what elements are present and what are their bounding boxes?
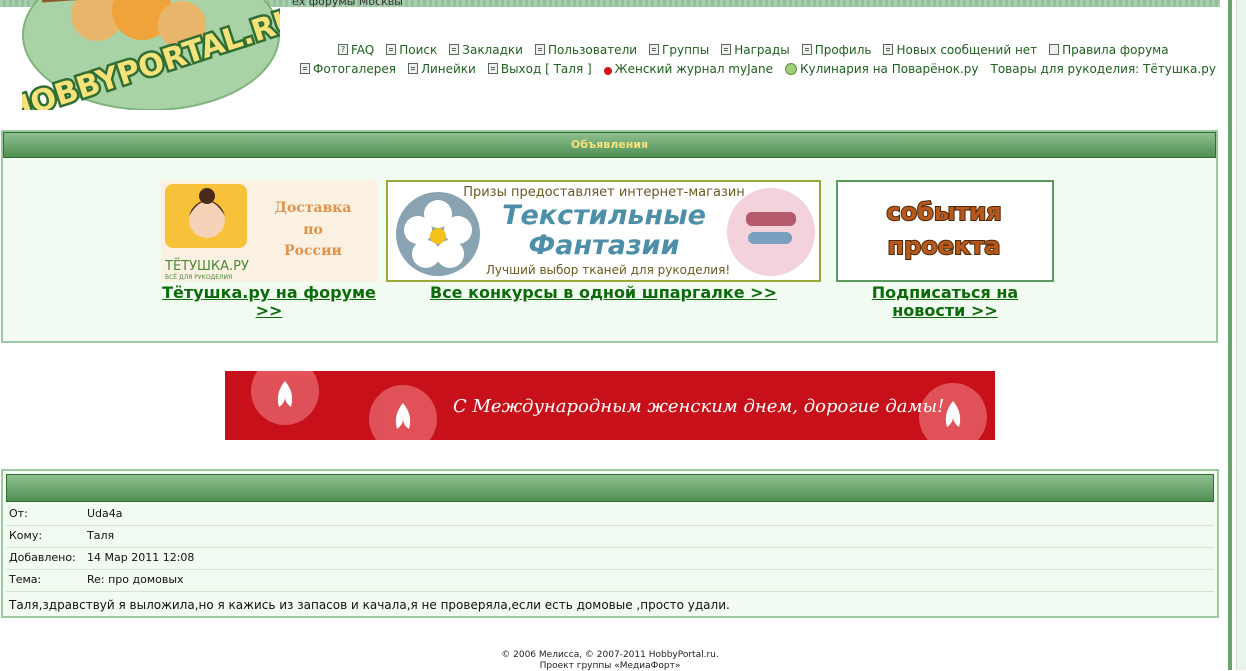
banner-text: С Международным женским днем, дорогие да… (453, 396, 945, 417)
rulers-icon (407, 63, 418, 74)
nav-awards[interactable]: Награды (721, 40, 790, 59)
divider (6, 569, 1214, 570)
divider (6, 547, 1214, 548)
date-label: Добавлено: (9, 551, 76, 564)
svg-text:события: события (886, 198, 1001, 226)
textile-fantasies-ad[interactable]: Призы предоставляет интернет-магазин Тек… (386, 180, 821, 282)
nav-tetushka[interactable]: Товары для рукоделия: Тётушка.ру (990, 59, 1215, 78)
profile-icon (801, 44, 812, 55)
nav-users[interactable]: Пользователи (534, 40, 637, 59)
top-navigation: ? FAQ Поиск Закладки Пользователи Группы … (296, 40, 1216, 78)
nav-myjane[interactable]: Женский журнал myJane (603, 59, 773, 78)
svg-text:ТЁТУШКА.РУ: ТЁТУШКА.РУ (164, 258, 249, 274)
date-value: 14 Мар 2011 12:08 (87, 551, 195, 564)
message-body: Таля,здравствуй я выложила,но я кажись и… (9, 598, 730, 612)
message-header-bar (6, 474, 1214, 502)
tetushka-ad[interactable]: ТЁТУШКА.РУ ВСЁ ДЛЯ РУКОДЕЛИЯ Доставка по… (161, 180, 377, 282)
divider (6, 591, 1214, 592)
chef-icon (784, 62, 797, 75)
divider (6, 525, 1214, 526)
subject-label: Тема: (9, 573, 42, 586)
svg-text:Призы предоставляет интернет-м: Призы предоставляет интернет-магазин (463, 185, 745, 200)
message-subject-row: Тема: Re: про домовых (9, 573, 184, 586)
message-date-row: Добавлено: 14 Мар 2011 12:08 (9, 551, 194, 564)
svg-text:проекта: проекта (888, 232, 1001, 260)
nav-groups[interactable]: Группы (649, 40, 709, 59)
nav-rulers[interactable]: Линейки (407, 59, 476, 78)
private-message: От: Uda4a Кому: Таля Добавлено: 14 Мар 2011… (1, 469, 1219, 618)
svg-text:Доставка: Доставка (275, 200, 352, 216)
groups-icon (649, 44, 660, 55)
gallery-icon (300, 63, 310, 74)
search-icon (386, 44, 397, 55)
users-icon (534, 44, 545, 55)
awards-icon (721, 44, 732, 55)
nav-row-2: Фотогалерея Линейки Выход [ Таля ] Женск… (296, 59, 1216, 78)
scrollbar[interactable] (1236, 0, 1246, 670)
svg-text:Фантазии: Фантазии (528, 230, 679, 261)
nav-new-messages[interactable]: Новых сообщений нет (883, 40, 1037, 59)
from-label: От: (9, 507, 28, 520)
subject-value: Re: про домовых (87, 573, 184, 586)
cherry-icon (603, 66, 612, 75)
to-value[interactable]: Таля (87, 529, 114, 542)
nav-row-1: ? FAQ Поиск Закладки Пользователи Группы … (296, 40, 1216, 59)
tetushka-forum-link[interactable]: Тётушка.ру на форуме >> (161, 284, 377, 320)
message-to-row: Кому: Таля (9, 529, 114, 542)
nav-profile[interactable]: Профиль (801, 40, 871, 59)
womens-day-banner[interactable]: С Международным женским днем, дорогие да… (225, 371, 995, 440)
footer-copyright: © 2006 Мелисса, © 2007-2011 HobbyPortal.… (501, 650, 719, 660)
nav-faq[interactable]: ? FAQ (338, 40, 374, 59)
svg-text:Текстильные: Текстильные (502, 200, 706, 231)
nav-bookmarks[interactable]: Закладки (449, 40, 523, 59)
svg-text:России: России (284, 243, 342, 259)
svg-text:Лучший выбор тканей для рукоде: Лучший выбор тканей для рукоделия! (486, 263, 730, 277)
announcements-panel: Объявления ТЁТУШКА.РУ ВСЁ ДЛЯ РУКОДЕЛИЯ … (1, 130, 1218, 343)
bookmarks-icon (449, 44, 460, 55)
hobbyportal-logo[interactable]: HOBBYPORTAL.RU (22, 0, 280, 110)
logout-icon (487, 63, 498, 74)
nav-rules[interactable]: Правила форума (1049, 40, 1169, 59)
nav-search[interactable]: Поиск (386, 40, 437, 59)
from-value[interactable]: Uda4a (87, 507, 123, 520)
nav-gallery[interactable]: Фотогалерея (300, 59, 396, 78)
contests-cheatsheet-link[interactable]: Все конкурсы в одной шпаргалке >> (386, 284, 821, 302)
messages-icon (883, 44, 894, 55)
nav-povarenok[interactable]: Кулинария на Поварёнок.ру (784, 59, 978, 78)
svg-text:ВСЁ ДЛЯ РУКОДЕЛИЯ: ВСЁ ДЛЯ РУКОДЕЛИЯ (165, 274, 232, 281)
nav-logout[interactable]: Выход [ Таля ] (487, 59, 592, 78)
to-label: Кому: (9, 529, 43, 542)
announcements-title: Объявления (3, 132, 1216, 158)
right-border (1228, 0, 1232, 670)
top-strip-text: ех форумы Москвы (292, 0, 403, 8)
rules-icon (1049, 44, 1060, 55)
message-from-row: От: Uda4a (9, 507, 123, 520)
subscribe-news-link[interactable]: Подписаться на новости >> (836, 284, 1054, 320)
svg-text:по: по (303, 222, 323, 238)
project-events-ad[interactable]: события проекта (836, 180, 1054, 282)
help-icon: ? (338, 44, 348, 55)
